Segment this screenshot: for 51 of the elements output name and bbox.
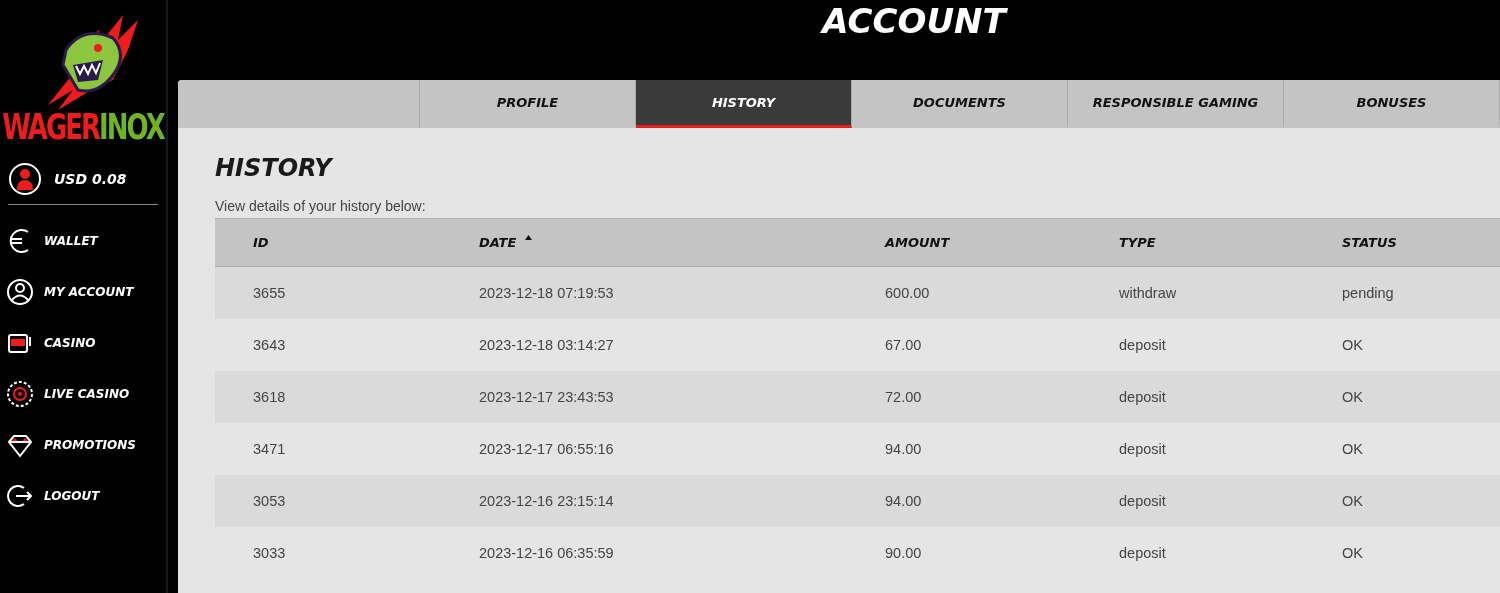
table-cell: 94.00 [885, 441, 922, 457]
user-avatar-icon [8, 162, 42, 196]
brand-logo: WAGERINOX [2, 109, 164, 145]
section-description: View details of your history below: [215, 198, 427, 214]
table-cell: 3053 [253, 493, 286, 509]
table-cell: pending [1342, 285, 1394, 301]
user-icon [6, 277, 34, 306]
casino-chip-icon [6, 379, 34, 408]
column-header[interactable]: STATUS [1342, 235, 1397, 250]
table-cell: deposit [1119, 337, 1166, 353]
table-cell: 72.00 [885, 389, 922, 405]
table-cell: 600.00 [885, 285, 930, 301]
table-cell: OK [1342, 337, 1363, 353]
table-cell: OK [1342, 441, 1363, 457]
table-cell: 2023-12-18 03:14:27 [479, 337, 614, 353]
tab[interactable]: HISTORY [636, 80, 852, 128]
column-header[interactable]: TYPE [1119, 235, 1156, 250]
table-cell: 2023-12-18 07:19:53 [479, 285, 614, 301]
table-cell: OK [1342, 493, 1363, 509]
table-cell: 3618 [253, 389, 286, 405]
table-cell: 3471 [253, 441, 286, 457]
table-cell: 2023-12-16 06:35:59 [479, 545, 614, 561]
page-title: ACCOUNT [819, 0, 1009, 43]
table-cell: 2023-12-17 23:43:53 [479, 389, 614, 405]
table-cell: 67.00 [885, 337, 922, 353]
table-cell: 2023-12-16 23:15:14 [479, 493, 614, 509]
section-title: HISTORY [215, 154, 335, 182]
column-header[interactable]: ID [253, 235, 269, 250]
sort-icon[interactable] [525, 235, 533, 240]
table-cell: deposit [1119, 493, 1166, 509]
sidebar-item[interactable]: PROMOTIONS [6, 419, 158, 470]
column-header[interactable]: AMOUNT [885, 235, 950, 250]
table-cell: deposit [1119, 389, 1166, 405]
table-cell: 94.00 [885, 493, 922, 509]
table-cell: 3033 [253, 545, 286, 561]
table-cell: 3655 [253, 285, 286, 301]
table-cell: OK [1342, 389, 1363, 405]
table-cell: 3643 [253, 337, 286, 353]
table-cell: withdraw [1119, 285, 1177, 301]
column-header[interactable]: DATE [479, 235, 517, 250]
table-cell: deposit [1119, 441, 1166, 457]
sidebar-item[interactable]: MY ACCOUNT [6, 266, 158, 317]
sidebar-item[interactable]: WALLET [6, 215, 158, 266]
table-cell: 2023-12-17 06:55:16 [479, 441, 614, 457]
table-cell: deposit [1119, 545, 1166, 561]
sidebar-item[interactable]: CASINO [6, 317, 158, 368]
table-cell: OK [1342, 545, 1363, 561]
balance-amount: USD 0.08 [54, 171, 127, 187]
sidebar-item[interactable]: LOGOUT [6, 470, 158, 521]
table-cell: 90.00 [885, 545, 922, 561]
sidebar-item[interactable]: LIVE CASINO [6, 368, 158, 419]
